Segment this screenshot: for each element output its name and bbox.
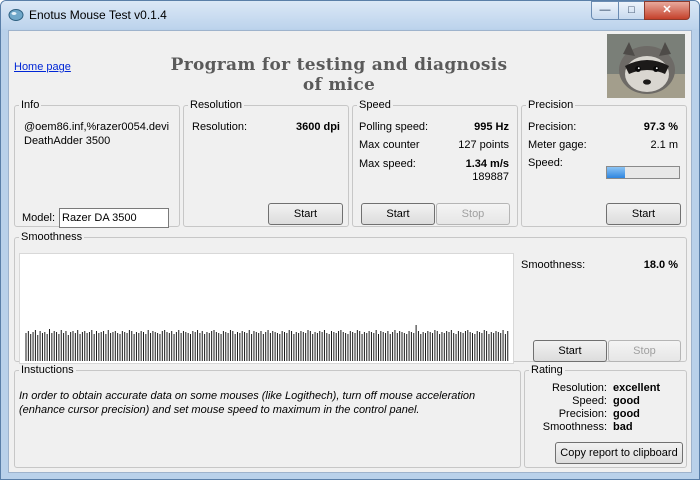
instructions-text: In order to obtain accurate data on some…: [19, 389, 519, 417]
resolution-legend: Resolution: [190, 99, 242, 111]
smoothness-plot: [19, 253, 514, 364]
max-counter-label: Max counter: [359, 139, 420, 151]
device-name-text: DeathAdder 3500: [24, 135, 111, 147]
rating-resolution-label: Resolution:: [551, 382, 607, 394]
max-speed-label: Max speed:: [359, 158, 416, 170]
precision-value: 97.3 %: [643, 121, 678, 133]
smoothness-bars: [25, 325, 509, 361]
max-speed-counter: 189887: [472, 171, 509, 183]
meter-gage-label: Meter gage:: [528, 139, 587, 151]
title-bar[interactable]: Enotus Mouse Test v0.1.4 — □ ✕: [1, 1, 699, 29]
info-group: Info @oem86.inf,%razer0054.devi DeathAdd…: [14, 99, 180, 228]
maximize-button[interactable]: □: [618, 1, 645, 20]
rating-speed-label: Speed:: [572, 395, 607, 407]
speed-level-meter: [606, 166, 680, 179]
smoothness-value: 18.0 %: [643, 259, 678, 271]
rating-speed-value: good: [613, 395, 640, 407]
raccoon-photo-icon: [607, 34, 685, 98]
max-speed-value: 1.34 m/s: [465, 158, 509, 170]
model-label: Model:: [22, 212, 56, 224]
resolution-label: Resolution:: [192, 121, 248, 133]
instructions-legend: Instuctions: [21, 364, 74, 376]
rating-smoothness-value: bad: [613, 421, 633, 433]
home-page-link[interactable]: Home page: [14, 61, 71, 73]
model-input[interactable]: [59, 208, 169, 228]
rating-smoothness-label: Smoothness:: [542, 421, 607, 433]
resolution-start-button[interactable]: Start: [268, 203, 343, 225]
rating-resolution-value: excellent: [613, 382, 661, 394]
smoothness-group: Smoothness Smoothness: 18.0 % Start Stop: [14, 231, 687, 364]
window-title: Enotus Mouse Test v0.1.4: [29, 8, 167, 22]
client-area: Home page Program for testing and diagno…: [8, 30, 692, 473]
program-title: Program for testing and diagnosis of mic…: [170, 55, 508, 95]
mouse-app-icon: [8, 9, 24, 21]
smoothness-start-button[interactable]: Start: [533, 340, 607, 362]
resolution-value: 3600 dpi: [295, 121, 340, 133]
meter-gage-value: 2.1 m: [650, 139, 678, 151]
precision-speed-label: Speed:: [528, 157, 563, 169]
instructions-line-1: In order to obtain accurate data on some…: [19, 390, 476, 402]
polling-speed-label: Polling speed:: [359, 121, 429, 133]
precision-legend: Precision: [528, 99, 574, 111]
smoothness-legend: Smoothness: [21, 231, 83, 243]
info-legend: Info: [21, 99, 40, 111]
copy-report-button[interactable]: Copy report to clipboard: [555, 442, 683, 464]
device-id-text: @oem86.inf,%razer0054.devi: [24, 121, 170, 133]
speed-legend: Speed: [359, 99, 391, 111]
rating-group: Rating Resolution: excellent Speed: good…: [524, 364, 687, 468]
main-window: Enotus Mouse Test v0.1.4 — □ ✕ Home page…: [0, 0, 700, 480]
close-button[interactable]: ✕: [644, 1, 690, 20]
resolution-group: Resolution Resolution: 3600 dpi Start: [183, 99, 349, 227]
rating-legend: Rating: [531, 364, 563, 376]
instructions-group: Instuctions In order to obtain accurate …: [14, 364, 521, 468]
speed-stop-button[interactable]: Stop: [436, 203, 510, 225]
smoothness-label: Smoothness:: [521, 259, 586, 271]
speed-level-fill: [607, 167, 625, 178]
max-counter-value: 127 points: [458, 139, 509, 151]
minimize-button[interactable]: —: [591, 1, 619, 20]
speed-start-button[interactable]: Start: [361, 203, 435, 225]
rating-precision-value: good: [613, 408, 640, 420]
precision-group: Precision Precision: 97.3 % Meter gage: …: [521, 99, 687, 227]
instructions-line-2: (enhance cursor precision) and set mouse…: [19, 404, 420, 416]
rating-precision-label: Precision:: [558, 408, 607, 420]
precision-start-button[interactable]: Start: [606, 203, 681, 225]
precision-label: Precision:: [528, 121, 577, 133]
speed-group: Speed Polling speed: 995 Hz Max counter …: [352, 99, 518, 227]
smoothness-stop-button[interactable]: Stop: [608, 340, 681, 362]
polling-speed-value: 995 Hz: [474, 121, 509, 133]
